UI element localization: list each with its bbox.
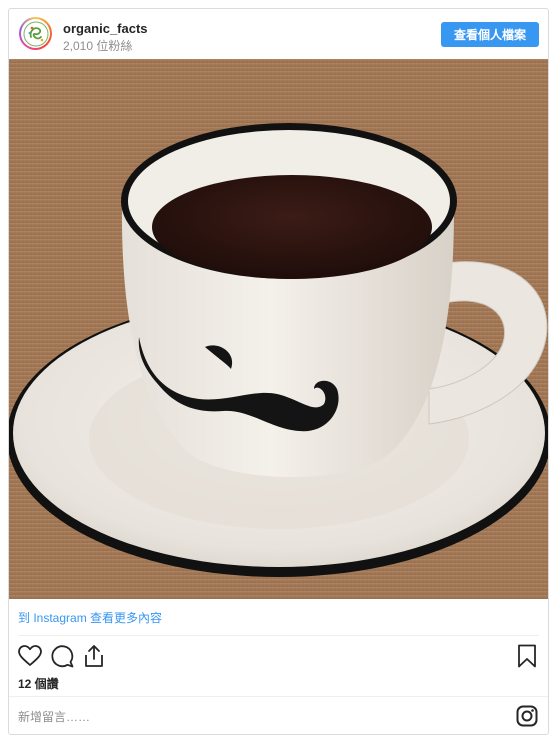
instagram-embed-card: organic_facts 2,010 位粉絲 查看個人檔案 到 Instagr… [8, 8, 549, 735]
add-comment-input[interactable]: 新增留言…… [18, 708, 90, 725]
comment-bar: 新增留言…… [9, 697, 548, 734]
follower-count: 2,010 位粉絲 [63, 39, 133, 53]
view-more-on-instagram-link[interactable]: 到 Instagram 查看更多內容 [18, 609, 162, 626]
avatar[interactable] [19, 17, 52, 50]
post-header: organic_facts 2,010 位粉絲 查看個人檔案 [9, 9, 548, 59]
coffee-cup-photo-icon [9, 59, 548, 599]
organic-facts-logo-icon [21, 19, 50, 48]
like-count[interactable]: 12 個讚 [18, 675, 59, 692]
post-photo[interactable] [9, 59, 548, 599]
action-bar [9, 643, 548, 673]
bookmark-icon[interactable] [514, 643, 540, 669]
share-icon[interactable] [81, 643, 107, 669]
view-profile-button[interactable]: 查看個人檔案 [441, 22, 539, 47]
username[interactable]: organic_facts [63, 21, 148, 36]
comment-icon[interactable] [49, 643, 75, 669]
instagram-icon[interactable] [516, 705, 538, 727]
divider [18, 635, 539, 636]
heart-icon[interactable] [17, 643, 43, 669]
